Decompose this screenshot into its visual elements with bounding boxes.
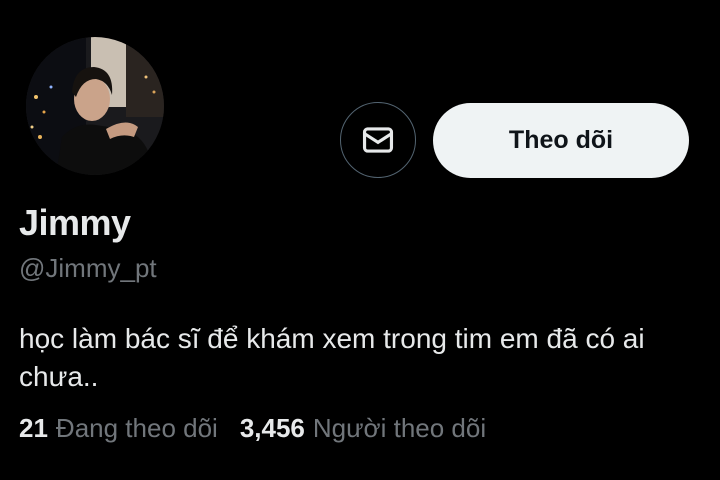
following-stat[interactable]: 21 Đang theo dõi [19, 413, 218, 444]
follow-button[interactable]: Theo dõi [433, 103, 689, 178]
followers-stat[interactable]: 3,456 Người theo dõi [240, 413, 486, 444]
avatar-photo [26, 37, 164, 175]
avatar[interactable] [26, 37, 164, 175]
profile-stats: 21 Đang theo dõi 3,456 Người theo dõi [19, 413, 486, 444]
display-name: Jimmy [19, 202, 131, 243]
followers-count: 3,456 [239, 413, 305, 443]
following-count: 21 [19, 413, 48, 443]
message-button[interactable] [340, 102, 416, 178]
followers-label: Người theo dõi [312, 413, 487, 443]
following-label: Đang theo dõi [55, 413, 218, 443]
mail-icon [362, 127, 394, 153]
profile-bio: học làm bác sĩ để khám xem trong tim em … [19, 323, 645, 392]
user-handle: @Jimmy_pt [19, 253, 157, 283]
